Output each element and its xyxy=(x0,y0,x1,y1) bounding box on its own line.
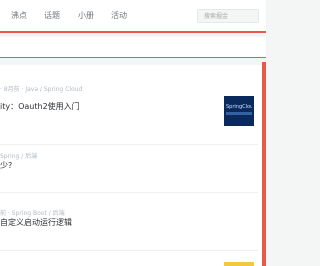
sub-navigation-bar xyxy=(0,37,266,58)
entry-title[interactable]: 少? xyxy=(0,160,12,171)
nav-item-books[interactable]: 小册 xyxy=(78,10,94,21)
top-navigation-bar: 沸点 话题 小册 活动 xyxy=(0,0,266,33)
thumbnail-caption: SpringCloud xyxy=(226,104,252,110)
search-box xyxy=(197,9,259,23)
divider xyxy=(0,250,258,251)
entry-title[interactable]: ity：Oauth2使用入门 xyxy=(0,101,80,112)
divider xyxy=(0,192,258,193)
article-feed: · 8月前 · Java / Spring Cloud ity：Oauth2使用… xyxy=(0,65,262,266)
entry-meta: · 8月前 · Java / Spring Cloud xyxy=(0,86,83,93)
nav-item-topics[interactable]: 话题 xyxy=(44,10,60,21)
article-thumbnail[interactable]: SpringCloud xyxy=(224,96,254,126)
sidebar-accent-bar xyxy=(262,62,266,266)
article-thumbnail[interactable] xyxy=(224,262,254,266)
nav-item-events[interactable]: 活动 xyxy=(111,10,127,21)
entry-meta: Spring / 后端 xyxy=(0,153,38,160)
search-input[interactable] xyxy=(204,12,254,21)
entry-meta: 前 · Spring Boot / 后端 xyxy=(0,210,65,217)
thumbnail-stripe xyxy=(226,112,252,115)
entry-title[interactable]: 自定义启动运行逻辑 xyxy=(0,217,72,228)
divider xyxy=(0,144,258,145)
nav-item-pins[interactable]: 沸点 xyxy=(11,10,27,21)
